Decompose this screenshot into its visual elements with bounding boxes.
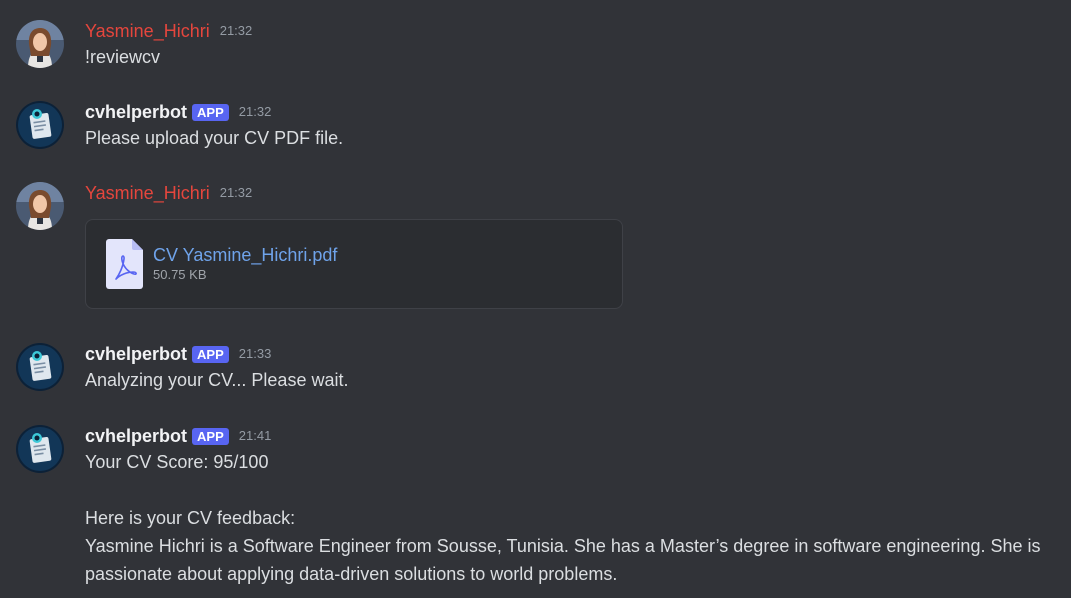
- author-name[interactable]: cvhelperbot: [85, 101, 187, 123]
- message-text: Please upload your CV PDF file.: [85, 128, 344, 148]
- cv-score-line: Your CV Score: 95/100: [85, 452, 269, 472]
- app-badge: APP: [192, 103, 229, 121]
- app-badge: APP: [192, 427, 229, 445]
- timestamp: 21:32: [238, 104, 272, 119]
- chat-log: Yasmine_Hichri 21:32 !reviewcv cvhelperb…: [0, 0, 1071, 598]
- pdf-file-icon: [106, 239, 144, 289]
- user-avatar[interactable]: [16, 20, 64, 68]
- bot-avatar[interactable]: [16, 425, 64, 473]
- timestamp: 21:41: [238, 428, 272, 443]
- bot-avatar[interactable]: [16, 101, 64, 149]
- user-avatar[interactable]: [16, 182, 64, 230]
- app-badge: APP: [192, 345, 229, 363]
- feedback-heading: Here is your CV feedback:: [85, 508, 296, 528]
- feedback-body: Yasmine Hichri is a Software Engineer fr…: [85, 536, 1041, 584]
- author-name[interactable]: Yasmine_Hichri: [85, 182, 210, 204]
- message-text: !reviewcv: [85, 47, 161, 67]
- message-body: Your CV Score: 95/100 Here is your CV fe…: [85, 448, 1059, 588]
- file-name-link[interactable]: CV Yasmine_Hichri.pdf: [153, 244, 337, 266]
- file-size: 50.75 KB: [153, 267, 207, 282]
- author-name[interactable]: cvhelperbot: [85, 425, 187, 447]
- author-name[interactable]: Yasmine_Hichri: [85, 20, 210, 42]
- file-attachment[interactable]: CV Yasmine_Hichri.pdf 50.75 KB: [85, 219, 623, 309]
- timestamp: 21:32: [219, 23, 253, 38]
- bot-avatar[interactable]: [16, 343, 64, 391]
- author-name[interactable]: cvhelperbot: [85, 343, 187, 365]
- timestamp: 21:33: [238, 346, 272, 361]
- message-text: Analyzing your CV... Please wait.: [85, 370, 349, 390]
- timestamp: 21:32: [219, 185, 253, 200]
